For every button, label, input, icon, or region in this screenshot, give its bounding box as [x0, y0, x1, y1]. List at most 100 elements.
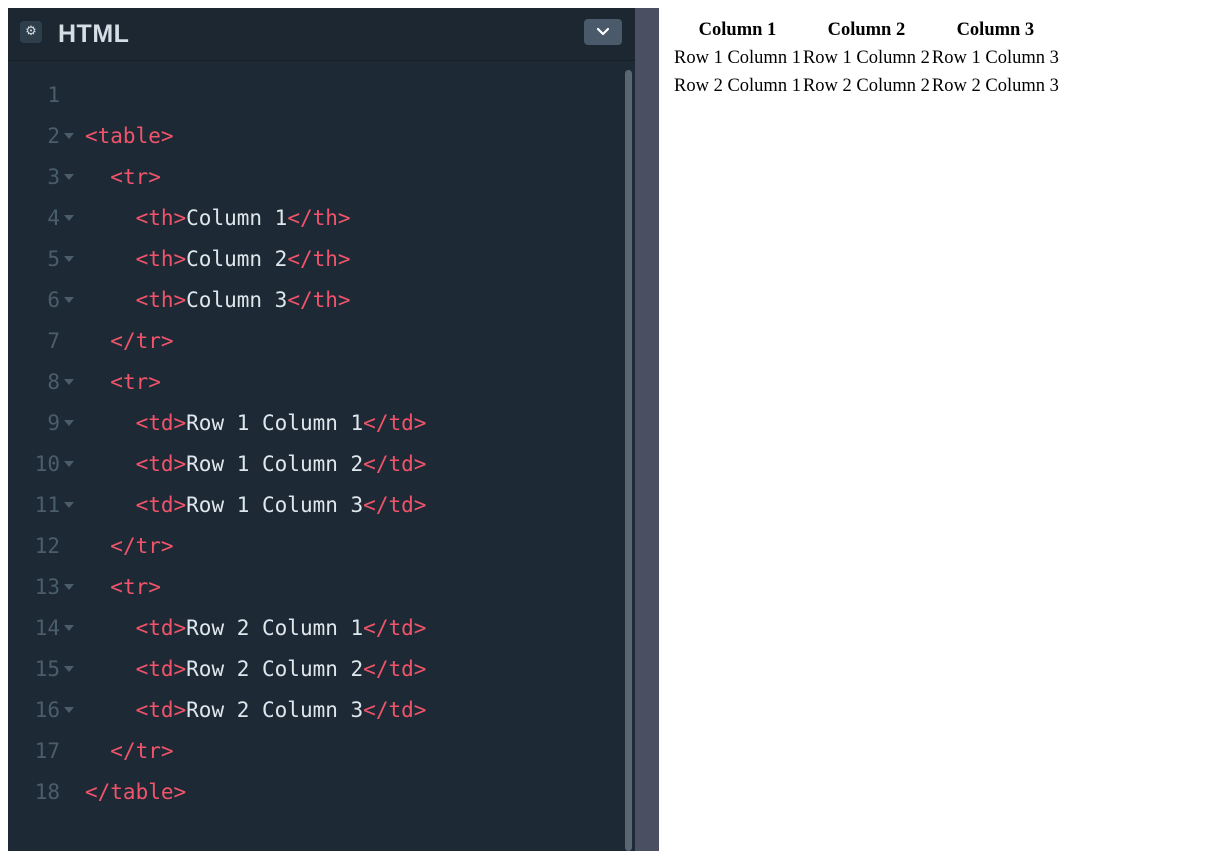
fold-arrow-icon[interactable]: [64, 215, 74, 221]
html-tag-token: </tr>: [110, 534, 174, 558]
html-tag-token: <td>: [135, 698, 187, 722]
code-line[interactable]: 4 <th>Column 1</th>: [8, 198, 621, 239]
top-edge: [0, 0, 1219, 8]
line-number: 14: [8, 608, 60, 649]
table-row: Row 1 Column 1 Row 1 Column 2 Row 1 Colu…: [673, 44, 1060, 72]
line-number-label: 12: [34, 534, 60, 558]
code-area[interactable]: 1 2 <table> 3 <tr> 4 <th>Column 1</th> 5 <th>…: [8, 61, 621, 851]
line-number: 6: [8, 280, 60, 321]
table-header-cell: Column 3: [956, 20, 1035, 40]
html-tag-token: </td>: [363, 452, 427, 476]
code-line[interactable]: 17 </tr>: [8, 731, 621, 772]
html-tag-token: </tr>: [110, 329, 174, 353]
line-number: 15: [8, 649, 60, 690]
fold-arrow-icon[interactable]: [64, 256, 74, 262]
fold-arrow-icon[interactable]: [64, 666, 74, 672]
fold-arrow-icon[interactable]: [64, 461, 74, 467]
code-line[interactable]: 10 <td>Row 1 Column 2</td>: [8, 444, 621, 485]
line-number: 9: [8, 403, 60, 444]
html-tag-token: <th>: [135, 206, 187, 230]
fold-arrow-icon[interactable]: [64, 379, 74, 385]
html-tag-token: </td>: [363, 616, 427, 640]
line-number-label: 8: [47, 370, 60, 394]
line-number-label: 10: [34, 452, 60, 476]
line-number-label: 7: [47, 329, 60, 353]
html-tag-token: </tr>: [110, 739, 174, 763]
code-text: <tr>: [85, 567, 161, 608]
line-number-label: 13: [34, 575, 60, 599]
fold-arrow-icon[interactable]: [64, 707, 74, 713]
table-cell: Row 1 Column 1: [674, 48, 801, 68]
line-number-label: 6: [47, 288, 60, 312]
editor-title: HTML: [58, 20, 130, 48]
html-tag-token: <tr>: [110, 165, 161, 189]
code-line[interactable]: 13 <tr>: [8, 567, 621, 608]
text-token: Row 2 Column 3: [186, 698, 364, 722]
gear-icon[interactable]: ⚙: [20, 21, 42, 43]
code-line[interactable]: 16 <td>Row 2 Column 3</td>: [8, 690, 621, 731]
preview-panel: Column 1 Column 2 Column 3 Row 1 Column …: [659, 8, 1219, 851]
code-line[interactable]: 9 <td>Row 1 Column 1</td>: [8, 403, 621, 444]
line-number-label: 11: [34, 493, 60, 517]
code-text: <td>Row 2 Column 2</td>: [85, 649, 427, 690]
line-number: 17: [8, 731, 60, 772]
code-text: <td>Row 1 Column 2</td>: [85, 444, 427, 485]
html-playground: ⚙ HTML 1 2 <table> 3 <tr> 4 <th>Column 1</th…: [0, 0, 1219, 851]
line-number-label: 5: [47, 247, 60, 271]
line-number: 2: [8, 116, 60, 157]
line-number-label: 9: [47, 411, 60, 435]
fold-arrow-icon[interactable]: [64, 174, 74, 180]
line-number-label: 17: [34, 739, 60, 763]
editor-header: ⚙ HTML: [8, 8, 635, 61]
fold-arrow-icon[interactable]: [64, 420, 74, 426]
code-line[interactable]: 1: [8, 75, 621, 116]
table-header-cell: Column 2: [827, 20, 906, 40]
code-line[interactable]: 3 <tr>: [8, 157, 621, 198]
fold-arrow-icon[interactable]: [64, 133, 74, 139]
table-cell: Row 2 Column 2: [802, 76, 930, 96]
fold-arrow-icon[interactable]: [64, 625, 74, 631]
line-number-label: 2: [47, 124, 60, 148]
code-line[interactable]: 8 <tr>: [8, 362, 621, 403]
html-tag-token: <tr>: [110, 575, 161, 599]
code-line[interactable]: 15 <td>Row 2 Column 2</td>: [8, 649, 621, 690]
html-tag-token: </td>: [363, 698, 427, 722]
code-text: <td>Row 1 Column 3</td>: [85, 485, 427, 526]
code-line[interactable]: 18 </table>: [8, 772, 621, 813]
code-text: <table>: [85, 116, 174, 157]
code-text: </tr>: [85, 321, 174, 362]
html-editor-panel: ⚙ HTML 1 2 <table> 3 <tr> 4 <th>Column 1</th…: [8, 8, 635, 851]
editor-scrollbar[interactable]: [625, 70, 632, 851]
table-row: Row 2 Column 1 Row 2 Column 2 Row 2 Colu…: [673, 72, 1060, 100]
line-number: 3: [8, 157, 60, 198]
code-line[interactable]: 11 <td>Row 1 Column 3</td>: [8, 485, 621, 526]
text-token: Column 1: [186, 206, 288, 230]
code-line[interactable]: 2 <table>: [8, 116, 621, 157]
code-line[interactable]: 14 <td>Row 2 Column 1</td>: [8, 608, 621, 649]
preview-table: Column 1 Column 2 Column 3 Row 1 Column …: [673, 16, 1060, 100]
html-tag-token: <td>: [135, 452, 187, 476]
panel-resize-divider[interactable]: [635, 0, 659, 851]
code-line[interactable]: 12 </tr>: [8, 526, 621, 567]
fold-arrow-icon[interactable]: [64, 584, 74, 590]
code-line[interactable]: 6 <th>Column 3</th>: [8, 280, 621, 321]
fold-arrow-icon[interactable]: [64, 297, 74, 303]
line-number: 8: [8, 362, 60, 403]
text-token: Column 3: [186, 288, 288, 312]
text-token: Column 2: [186, 247, 288, 271]
collapse-editor-button[interactable]: [584, 19, 622, 45]
code-line[interactable]: 7 </tr>: [8, 321, 621, 362]
line-number: 10: [8, 444, 60, 485]
divider-top-edge: [635, 0, 659, 8]
fold-arrow-icon[interactable]: [64, 502, 74, 508]
code-text: <td>Row 2 Column 1</td>: [85, 608, 427, 649]
code-line[interactable]: 5 <th>Column 2</th>: [8, 239, 621, 280]
